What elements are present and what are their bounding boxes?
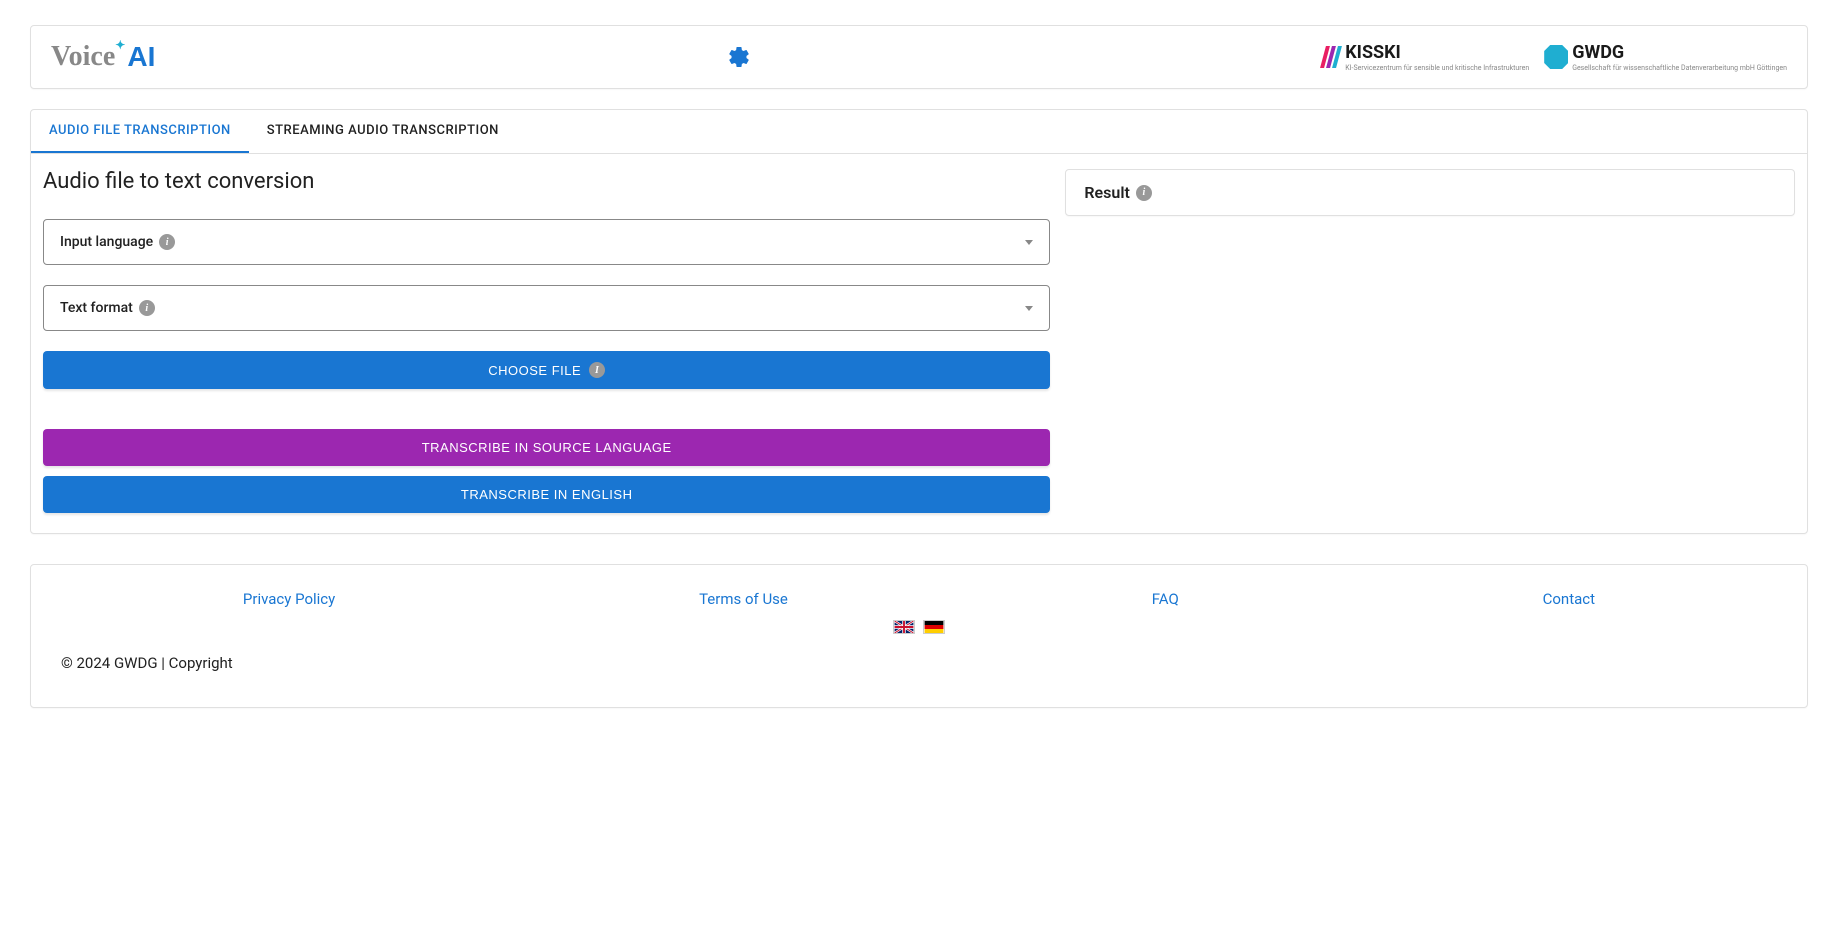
privacy-policy-link[interactable]: Privacy Policy: [243, 590, 335, 608]
gwdg-icon: [1544, 45, 1568, 69]
gear-icon[interactable]: [727, 45, 751, 69]
footer: Privacy Policy Terms of Use FAQ Contact …: [30, 564, 1808, 708]
info-icon: i: [589, 362, 605, 378]
tabs-header: AUDIO FILE TRANSCRIPTION STREAMING AUDIO…: [31, 110, 1807, 154]
gwdg-logo: GWDG Gesellschaft für wissenschaftliche …: [1544, 42, 1787, 73]
kisski-bars-icon: [1323, 46, 1341, 68]
result-column: Result i: [1065, 169, 1795, 513]
voiceai-logo: Voice✦AI: [51, 41, 155, 73]
terms-of-use-link[interactable]: Terms of Use: [699, 590, 788, 608]
form-column: Audio file to text conversion Input lang…: [43, 169, 1050, 513]
gwdg-label: GWDG: [1572, 42, 1787, 63]
header-center: [727, 45, 751, 69]
faq-link[interactable]: FAQ: [1152, 590, 1179, 608]
transcribe-source-button[interactable]: TRANSCRIBE IN SOURCE LANGUAGE: [43, 429, 1050, 466]
choose-file-button[interactable]: CHOOSE FILE i: [43, 351, 1050, 389]
language-flags: [61, 620, 1777, 634]
kisski-label: KISSKI: [1345, 42, 1529, 63]
contact-link[interactable]: Contact: [1543, 590, 1595, 608]
result-card: Result i: [1065, 169, 1795, 216]
text-format-label-wrap: Text format i: [60, 300, 155, 316]
kisski-logo: KISSKI KI-Servicezentrum für sensible un…: [1323, 42, 1529, 73]
info-icon[interactable]: i: [1136, 185, 1152, 201]
section-title: Audio file to text conversion: [43, 169, 1050, 194]
tab-streaming-audio-transcription[interactable]: STREAMING AUDIO TRANSCRIPTION: [249, 110, 517, 153]
tabs-container: AUDIO FILE TRANSCRIPTION STREAMING AUDIO…: [30, 109, 1808, 534]
input-language-label: Input language: [60, 234, 153, 250]
logo-text-voice: Voice: [51, 41, 115, 73]
result-title-wrap: Result i: [1084, 183, 1776, 202]
tab-content: Audio file to text conversion Input lang…: [31, 154, 1807, 533]
kisski-subtext: KI-Servicezentrum für sensible und kriti…: [1345, 65, 1529, 73]
copyright-text: © 2024 GWDG | Copyright: [61, 654, 1777, 672]
text-format-select[interactable]: Text format i: [43, 285, 1050, 331]
transcribe-source-label: TRANSCRIBE IN SOURCE LANGUAGE: [422, 440, 672, 455]
flag-germany-icon[interactable]: [923, 620, 945, 634]
logo-decorator-icon: ✦: [115, 38, 125, 53]
gwdg-subtext: Gesellschaft für wissenschaftliche Daten…: [1572, 65, 1787, 73]
header-card: Voice✦AI KISSKI KI-Servicezentrum für se…: [30, 25, 1808, 89]
choose-file-label: CHOOSE FILE: [488, 363, 581, 378]
input-language-select[interactable]: Input language i: [43, 219, 1050, 265]
text-format-label: Text format: [60, 300, 133, 316]
transcribe-english-button[interactable]: TRANSCRIBE IN ENGLISH: [43, 476, 1050, 513]
info-icon[interactable]: i: [139, 300, 155, 316]
info-icon[interactable]: i: [159, 234, 175, 250]
tab-audio-file-transcription[interactable]: AUDIO FILE TRANSCRIPTION: [31, 110, 249, 153]
chevron-down-icon: [1025, 306, 1033, 311]
transcribe-english-label: TRANSCRIBE IN ENGLISH: [461, 487, 633, 502]
result-title: Result: [1084, 183, 1129, 202]
chevron-down-icon: [1025, 240, 1033, 245]
logo-text-ai: AI: [127, 41, 155, 73]
partner-logos: KISSKI KI-Servicezentrum für sensible un…: [1323, 42, 1787, 73]
input-language-label-wrap: Input language i: [60, 234, 175, 250]
flag-uk-icon[interactable]: [893, 620, 915, 634]
footer-links: Privacy Policy Terms of Use FAQ Contact: [61, 590, 1777, 608]
